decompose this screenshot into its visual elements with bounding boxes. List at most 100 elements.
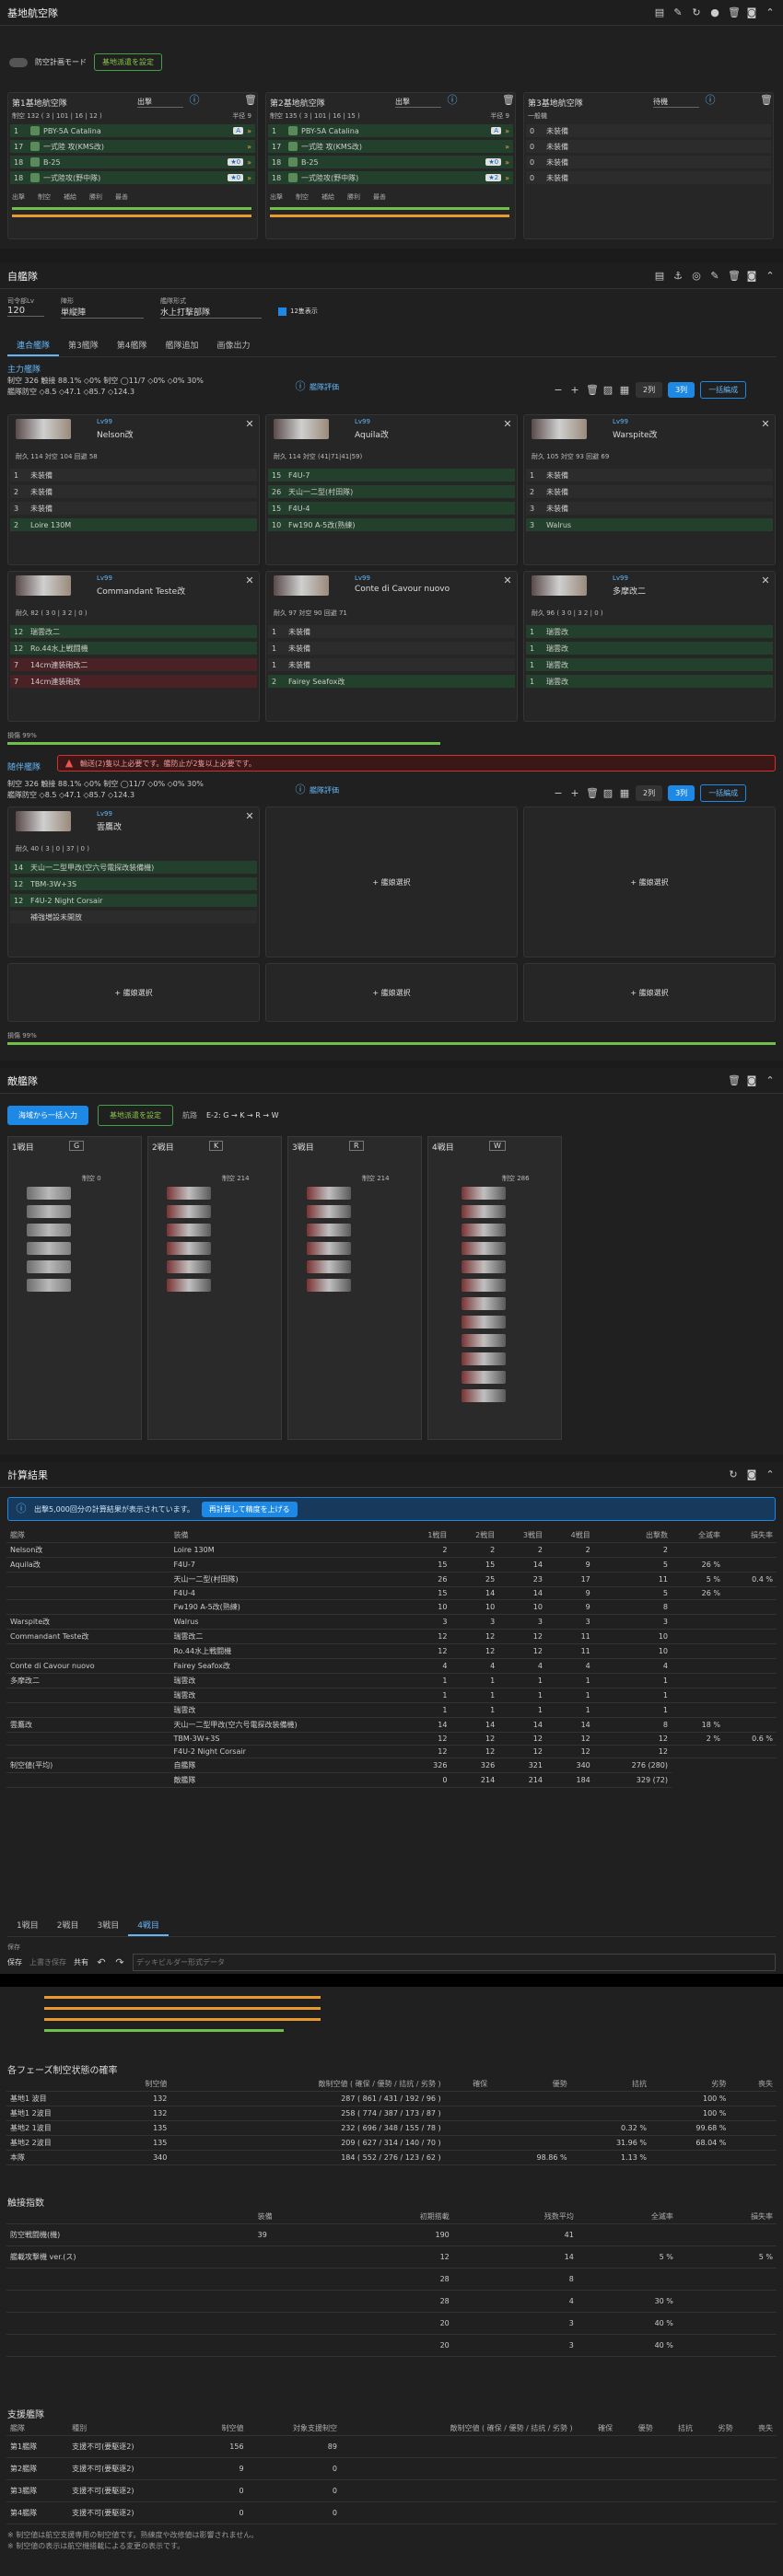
plus-icon[interactable]: +: [569, 787, 580, 799]
enemy-ship-image[interactable]: [307, 1205, 351, 1218]
enemy-ship-image[interactable]: [167, 1242, 211, 1255]
equip-row[interactable]: 1 未装備: [268, 658, 515, 671]
enemy-ship-image[interactable]: [462, 1371, 506, 1384]
formation-select[interactable]: 単縦陣: [61, 306, 144, 319]
overwrite-button[interactable]: 上書き保存: [29, 1957, 66, 1967]
add-ship-button[interactable]: + 艦娘選択: [372, 877, 410, 888]
ship-card[interactable]: Lv99 Conte di Cavour nuovo ✕ 耐久 97 対空 90 回避…: [265, 571, 518, 722]
base-mode-select[interactable]: 出撃: [395, 97, 441, 108]
chevron-up-icon[interactable]: ⌃: [765, 6, 776, 18]
ship-card[interactable]: Lv99 Nelson改 ✕ 耐久 114 対空 104 回避 58 1 未装備 2 未装備 3…: [7, 414, 260, 565]
close-icon[interactable]: ✕: [760, 575, 771, 586]
ship-icon[interactable]: ⚓: [672, 270, 684, 282]
wrench-icon[interactable]: ✎: [709, 270, 720, 282]
trash-icon[interactable]: 🗑: [760, 95, 773, 106]
base-mode-select[interactable]: 出撃: [137, 97, 183, 108]
ship-card[interactable]: Lv99 Commandant Teste改 ✕ 耐久 82 ( 3 0 | 3 2 …: [7, 571, 260, 722]
info-icon[interactable]: ⓘ: [189, 95, 200, 106]
radar-icon[interactable]: ◎: [691, 270, 702, 282]
recalc-button[interactable]: 再計算して精度を上げる: [201, 1501, 298, 1517]
ship-card[interactable]: Lv99 Warspite改 ✕ 耐久 105 対空 93 回避 69 1 未装備 2 未装備…: [523, 414, 776, 565]
enemy-ship-image[interactable]: [462, 1297, 506, 1310]
enemy-ship-image[interactable]: [462, 1389, 506, 1402]
database-icon[interactable]: ▤: [654, 270, 665, 282]
three-col-button[interactable]: 3列: [668, 382, 695, 398]
equip-row[interactable]: 1 瑞雲改: [526, 658, 773, 671]
result-tab[interactable]: 2戦目: [48, 1915, 88, 1936]
ship-card[interactable]: Lv99 雲鷹改 ✕ 耐久 40 ( 3 | 0 | 37 | 0 ) 14 天山一二型甲…: [7, 806, 260, 957]
equip-row[interactable]: 2 未装備: [526, 485, 773, 498]
enemy-ship-image[interactable]: [462, 1334, 506, 1347]
bomb-icon[interactable]: ●: [709, 6, 720, 18]
wave-node[interactable]: K: [209, 1141, 224, 1151]
defense-toggle[interactable]: [9, 57, 28, 67]
close-icon[interactable]: ✕: [244, 419, 255, 430]
enemy-ship-image[interactable]: [307, 1242, 351, 1255]
enemy-ship-image[interactable]: [462, 1187, 506, 1200]
add-ship-button[interactable]: + 艦娘選択: [114, 988, 152, 998]
equip-row[interactable]: 補強増設未開放: [10, 911, 257, 923]
enemy-ship-image[interactable]: [462, 1352, 506, 1365]
bulk-edit-button[interactable]: 一括編成: [700, 381, 747, 399]
enemy-ship-image[interactable]: [27, 1279, 71, 1292]
wave-node[interactable]: G: [69, 1141, 85, 1151]
equip-row[interactable]: 12 TBM-3W+3S: [10, 877, 257, 890]
equip-row[interactable]: 1 未装備: [526, 469, 773, 482]
equip-row[interactable]: 14 天山一二型甲改(空六号電探改装備機): [10, 861, 257, 874]
empty-ship-slot[interactable]: + 艦娘選択: [523, 806, 776, 957]
enemy-ship-image[interactable]: [307, 1279, 351, 1292]
fleet-type-select[interactable]: 水上打撃部隊: [160, 306, 262, 319]
equip-row[interactable]: 7 14cm連装砲改: [10, 675, 257, 688]
equip-row[interactable]: 26 天山一二型(村田隊): [268, 485, 515, 498]
two-col-button[interactable]: 2列: [636, 785, 663, 801]
enemy-ship-image[interactable]: [27, 1224, 71, 1236]
empty-ship-slot[interactable]: + 艦娘選択: [7, 963, 260, 1022]
result-tab[interactable]: 4戦目: [128, 1915, 169, 1936]
fleet-tab[interactable]: 艦隊追加: [156, 335, 207, 356]
note-icon[interactable]: ▨: [602, 787, 614, 799]
enemy-ship-image[interactable]: [167, 1260, 211, 1273]
equip-row[interactable]: 18 一式陸攻(野中隊) ★0»: [10, 171, 255, 184]
empty-ship-slot[interactable]: + 艦娘選択: [265, 963, 518, 1022]
result-tab[interactable]: 3戦目: [88, 1915, 128, 1936]
enemy-ship-image[interactable]: [307, 1224, 351, 1236]
equip-row[interactable]: 2 Loire 130M: [10, 518, 257, 531]
close-icon[interactable]: ✕: [244, 811, 255, 822]
fleet-eval-button[interactable]: 艦隊評価: [310, 382, 339, 392]
enemy-ship-image[interactable]: [462, 1316, 506, 1329]
close-icon[interactable]: ✕: [760, 419, 771, 430]
equip-row[interactable]: 15 F4U-7: [268, 469, 515, 482]
ship-card[interactable]: Lv99 多摩改二 ✕ 耐久 96 ( 3 0 | 3 2 | 0 ) 1 瑞雲改 1 瑞雲改…: [523, 571, 776, 722]
plus-icon[interactable]: +: [569, 384, 580, 396]
camera-icon[interactable]: ◙: [746, 270, 757, 282]
enemy-ship-image[interactable]: [462, 1260, 506, 1273]
save-button[interactable]: 保存: [7, 1957, 22, 1967]
enemy-ship-image[interactable]: [27, 1205, 71, 1218]
equip-row[interactable]: 3 Walrus: [526, 518, 773, 531]
three-col-button[interactable]: 3列: [668, 785, 695, 801]
undo-icon[interactable]: ↶: [96, 1956, 107, 1968]
equip-row[interactable]: 0 未装備: [526, 171, 771, 184]
fleet-tab[interactable]: 第4艦隊: [108, 335, 157, 356]
bulk-edit-button[interactable]: 一括編成: [700, 784, 747, 802]
equip-row[interactable]: 3 未装備: [10, 502, 257, 515]
enemy-ship-image[interactable]: [167, 1279, 211, 1292]
database-icon[interactable]: ▤: [654, 6, 665, 18]
camera-icon[interactable]: ◙: [746, 1074, 757, 1086]
camera-icon[interactable]: ◙: [746, 6, 757, 18]
equip-row[interactable]: 10 Fw190 A-5改(熟練): [268, 518, 515, 531]
enemy-base-button[interactable]: 基地派遣を設定: [98, 1105, 173, 1126]
trash-icon[interactable]: 🗑: [728, 1074, 741, 1086]
empty-ship-slot[interactable]: + 艦娘選択: [265, 806, 518, 957]
equip-row[interactable]: 18 B-25 ★0»: [10, 156, 255, 168]
wave-node[interactable]: W: [489, 1141, 506, 1151]
equip-row[interactable]: 7 14cm連装砲改二: [10, 658, 257, 671]
empty-ship-slot[interactable]: + 艦娘選択: [523, 963, 776, 1022]
chevron-up-icon[interactable]: ⌃: [765, 270, 776, 282]
equip-row[interactable]: 17 一式陸 攻(KMS改) »: [268, 140, 513, 153]
equip-row[interactable]: 0 未装備: [526, 140, 771, 153]
enemy-ship-image[interactable]: [167, 1187, 211, 1200]
trash-icon[interactable]: 🗑: [244, 95, 257, 106]
equip-row[interactable]: 2 未装備: [10, 485, 257, 498]
result-tab[interactable]: 1戦目: [7, 1915, 48, 1936]
